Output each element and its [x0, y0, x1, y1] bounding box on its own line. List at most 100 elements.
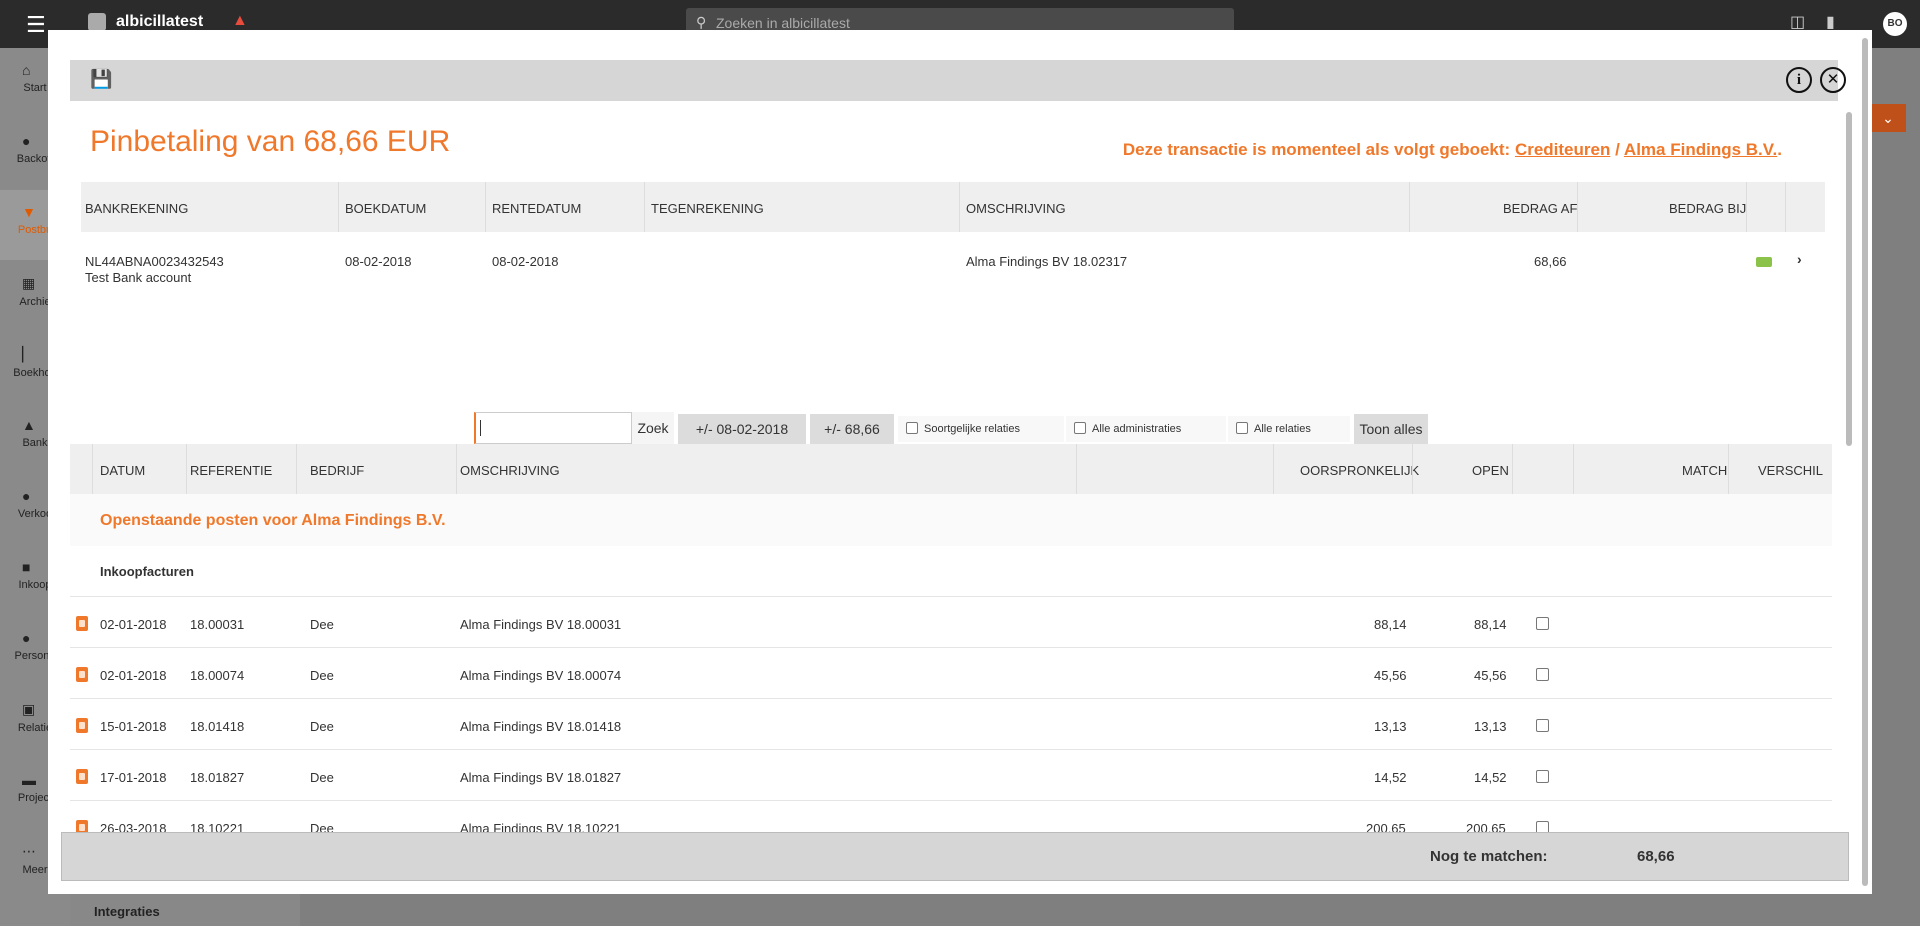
checkbox-box[interactable]	[1074, 422, 1086, 434]
row-omschrijving: Alma Findings BV 18.01827	[460, 770, 622, 785]
all-administrations-checkbox[interactable]: Alle administraties	[1066, 416, 1226, 442]
row-referentie: 18.01418	[190, 719, 245, 734]
row-bedrijf: Dee	[310, 617, 334, 632]
row-omschrijving: Alma Findings BV 18.00074	[460, 668, 622, 683]
row-datum: 17-01-2018	[100, 770, 167, 785]
match-checkbox[interactable]	[1536, 617, 1549, 630]
row-oorspronkelijk: 14,52	[1374, 770, 1407, 785]
open-items-title: Openstaande posten voor Alma Findings B.…	[100, 512, 446, 529]
transaction-row: NL44ABNA0023432543 Test Bank account 08-…	[81, 232, 1825, 340]
col-oorspronkelijk: OORSPRONKELIJK	[1300, 463, 1420, 478]
row-datum: 02-01-2018	[100, 617, 167, 632]
col-omschrijving: OMSCHRIJVING	[460, 463, 560, 478]
col-verschil: VERSCHIL	[1758, 463, 1824, 478]
crediteuren-link[interactable]: Crediteuren	[1515, 140, 1610, 159]
row-open: 14,52	[1474, 770, 1507, 785]
chevron-right-icon[interactable]: ›	[1797, 251, 1802, 267]
match-checkbox[interactable]	[1536, 668, 1549, 681]
row-bedrijf: Dee	[310, 668, 334, 683]
avatar[interactable]: BO	[1883, 12, 1907, 36]
show-all-button[interactable]: Toon alles	[1354, 414, 1428, 444]
transaction-rentedatum: 08-02-2018	[492, 254, 559, 269]
row-oorspronkelijk: 45,56	[1374, 668, 1407, 683]
warning-icon[interactable]: ▲	[232, 12, 248, 30]
row-datum: 15-01-2018	[100, 719, 167, 734]
table-row[interactable]: 02-01-2018 18.00074 Dee Alma Findings BV…	[70, 648, 1832, 699]
transaction-match-modal: 💾 i ✕ Pinbetaling van 68,66 EUR Deze tra…	[48, 30, 1872, 894]
row-open: 88,14	[1474, 617, 1507, 632]
document-icon[interactable]	[76, 718, 88, 733]
col-bankrekening: BANKREKENING	[85, 201, 189, 216]
remaining-label: Nog te matchen:	[1430, 848, 1548, 865]
all-relations-checkbox[interactable]: Alle relaties	[1228, 416, 1350, 442]
match-checkbox[interactable]	[1536, 770, 1549, 783]
checkbox-box[interactable]	[1236, 422, 1248, 434]
close-icon[interactable]: ✕	[1820, 67, 1846, 93]
text-caret	[480, 420, 481, 436]
col-match: MATCH	[1682, 463, 1728, 478]
zoek-button[interactable]: Zoek	[632, 412, 674, 444]
document-icon[interactable]	[76, 667, 88, 682]
open-items-section: Openstaande posten voor Alma Findings B.…	[70, 494, 1832, 546]
date-filter-chip[interactable]: +/- 08-02-2018	[678, 414, 806, 444]
document-icon[interactable]	[76, 769, 88, 784]
col-datum: DATUM	[100, 463, 146, 478]
transaction-table-header: BANKREKENING BOEKDATUM RENTEDATUM TEGENR…	[81, 182, 1825, 232]
amount-filter-chip[interactable]: +/- 68,66	[810, 414, 894, 444]
match-table-header: DATUM REFERENTIE BEDRIJF OMSCHRIJVING OO…	[70, 444, 1832, 494]
filter-bar: Zoek +/- 08-02-2018 +/- 68,66 Soortgelij…	[48, 412, 1872, 444]
col-rentedatum: RENTEDATUM	[492, 201, 582, 216]
row-open: 45,56	[1474, 668, 1507, 683]
table-row[interactable]: 15-01-2018 18.01418 Dee Alma Findings BV…	[70, 699, 1832, 750]
table-row[interactable]: 02-01-2018 18.00031 Dee Alma Findings BV…	[70, 597, 1832, 648]
transaction-boekdatum: 08-02-2018	[345, 254, 412, 269]
app-name[interactable]: albicillatest	[116, 13, 203, 31]
col-referentie: REFERENTIE	[190, 463, 273, 478]
col-boekdatum: BOEKDATUM	[345, 201, 427, 216]
content-scrollbar[interactable]	[1846, 112, 1852, 446]
app-logo	[88, 13, 106, 31]
row-omschrijving: Alma Findings BV 18.01418	[460, 719, 622, 734]
match-rows: 02-01-2018 18.00031 Dee Alma Findings BV…	[70, 597, 1832, 859]
chevron-down-icon[interactable]: ⌄	[1870, 104, 1906, 132]
checkbox-box[interactable]	[906, 422, 918, 434]
search-icon: ⚲	[696, 14, 707, 30]
document-icon[interactable]	[76, 616, 88, 631]
subnav-item-integraties[interactable]: Integraties	[94, 904, 160, 919]
match-footer: Nog te matchen: 68,66	[61, 832, 1849, 881]
row-bedrijf: Dee	[310, 719, 334, 734]
transaction-iban: NL44ABNA0023432543	[85, 254, 224, 269]
similar-relations-checkbox[interactable]: Soortgelijke relaties	[898, 416, 1064, 442]
group-title: Inkoopfacturen	[100, 564, 194, 579]
table-row[interactable]: 17-01-2018 18.01827 Dee Alma Findings BV…	[70, 750, 1832, 801]
row-referentie: 18.00074	[190, 668, 245, 683]
booking-separator: /	[1615, 140, 1620, 159]
col-tegenrekening: TEGENREKENING	[651, 201, 764, 216]
bookmark-icon[interactable]: ▮	[1826, 12, 1835, 32]
booking-suffix: .	[1777, 140, 1782, 159]
search-placeholder: Zoeken in albicillatest	[716, 15, 850, 31]
page-title: Pinbetaling van 68,66 EUR	[90, 125, 451, 158]
match-search-input[interactable]	[474, 412, 632, 444]
modal-toolbar: 💾 i ✕	[70, 60, 1846, 101]
archive-box-icon[interactable]: ◫	[1790, 12, 1805, 32]
cash-icon	[1756, 257, 1772, 267]
booking-status-prefix: Deze transactie is momenteel als volgt g…	[1122, 140, 1511, 159]
row-omschrijving: Alma Findings BV 18.00031	[460, 617, 622, 632]
relation-link[interactable]: Alma Findings B.V.	[1624, 140, 1777, 159]
remaining-value: 68,66	[1637, 848, 1675, 865]
booking-status: Deze transactie is momenteel als volgt g…	[1123, 140, 1782, 160]
group-header: Inkoopfacturen	[70, 546, 1832, 597]
info-icon[interactable]: i	[1786, 67, 1812, 93]
save-icon[interactable]: 💾	[90, 69, 112, 90]
col-bedrag-af: BEDRAG AF	[1503, 201, 1578, 216]
col-omschrijving: OMSCHRIJVING	[966, 201, 1066, 216]
row-open: 13,13	[1474, 719, 1507, 734]
row-oorspronkelijk: 13,13	[1374, 719, 1407, 734]
modal-scrollbar[interactable]	[1862, 38, 1868, 886]
row-oorspronkelijk: 88,14	[1374, 617, 1407, 632]
transaction-bedrag-af: 68,66	[1534, 254, 1567, 269]
row-bedrijf: Dee	[310, 770, 334, 785]
menu-icon[interactable]: ☰	[26, 12, 46, 38]
match-checkbox[interactable]	[1536, 719, 1549, 732]
